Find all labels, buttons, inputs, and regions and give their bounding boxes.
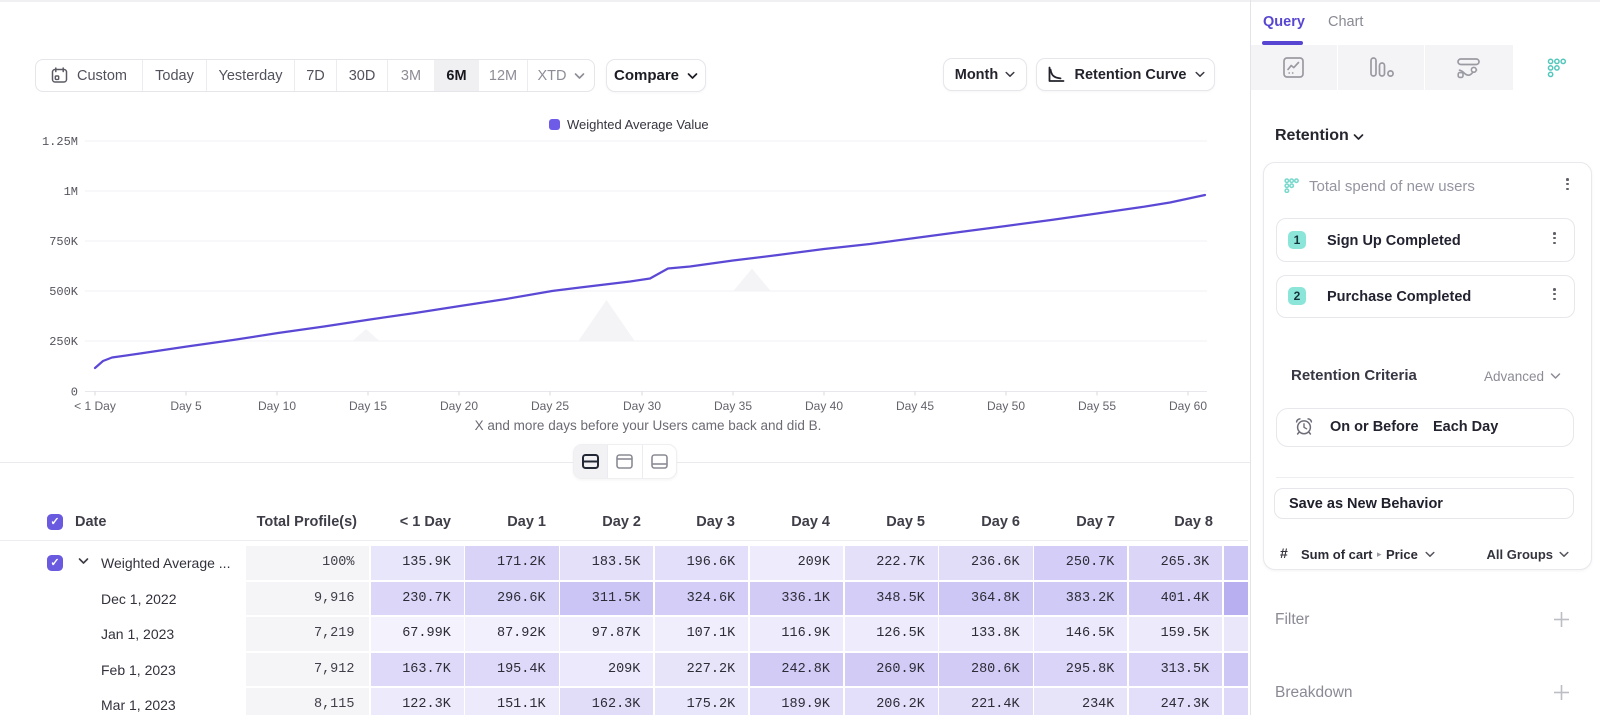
svg-text:Day 60: Day 60 — [1169, 399, 1207, 413]
svg-text:Day 5: Day 5 — [170, 399, 202, 413]
svg-text:1M: 1M — [64, 185, 78, 199]
svg-text:1.25M: 1.25M — [42, 135, 78, 149]
svg-text:Day 50: Day 50 — [987, 399, 1025, 413]
svg-text:250K: 250K — [49, 335, 79, 349]
svg-text:Day 25: Day 25 — [531, 399, 569, 413]
svg-text:Day 15: Day 15 — [349, 399, 387, 413]
svg-text:< 1 Day: < 1 Day — [74, 399, 116, 413]
svg-text:Day 55: Day 55 — [1078, 399, 1116, 413]
svg-text:500K: 500K — [49, 285, 79, 299]
svg-text:Day 30: Day 30 — [623, 399, 661, 413]
svg-text:Day 35: Day 35 — [714, 399, 752, 413]
svg-text:Day 45: Day 45 — [896, 399, 934, 413]
svg-text:0: 0 — [71, 386, 78, 400]
svg-text:Day 40: Day 40 — [805, 399, 843, 413]
svg-text:750K: 750K — [49, 235, 79, 249]
svg-text:Day 10: Day 10 — [258, 399, 296, 413]
svg-text:Day 20: Day 20 — [440, 399, 478, 413]
